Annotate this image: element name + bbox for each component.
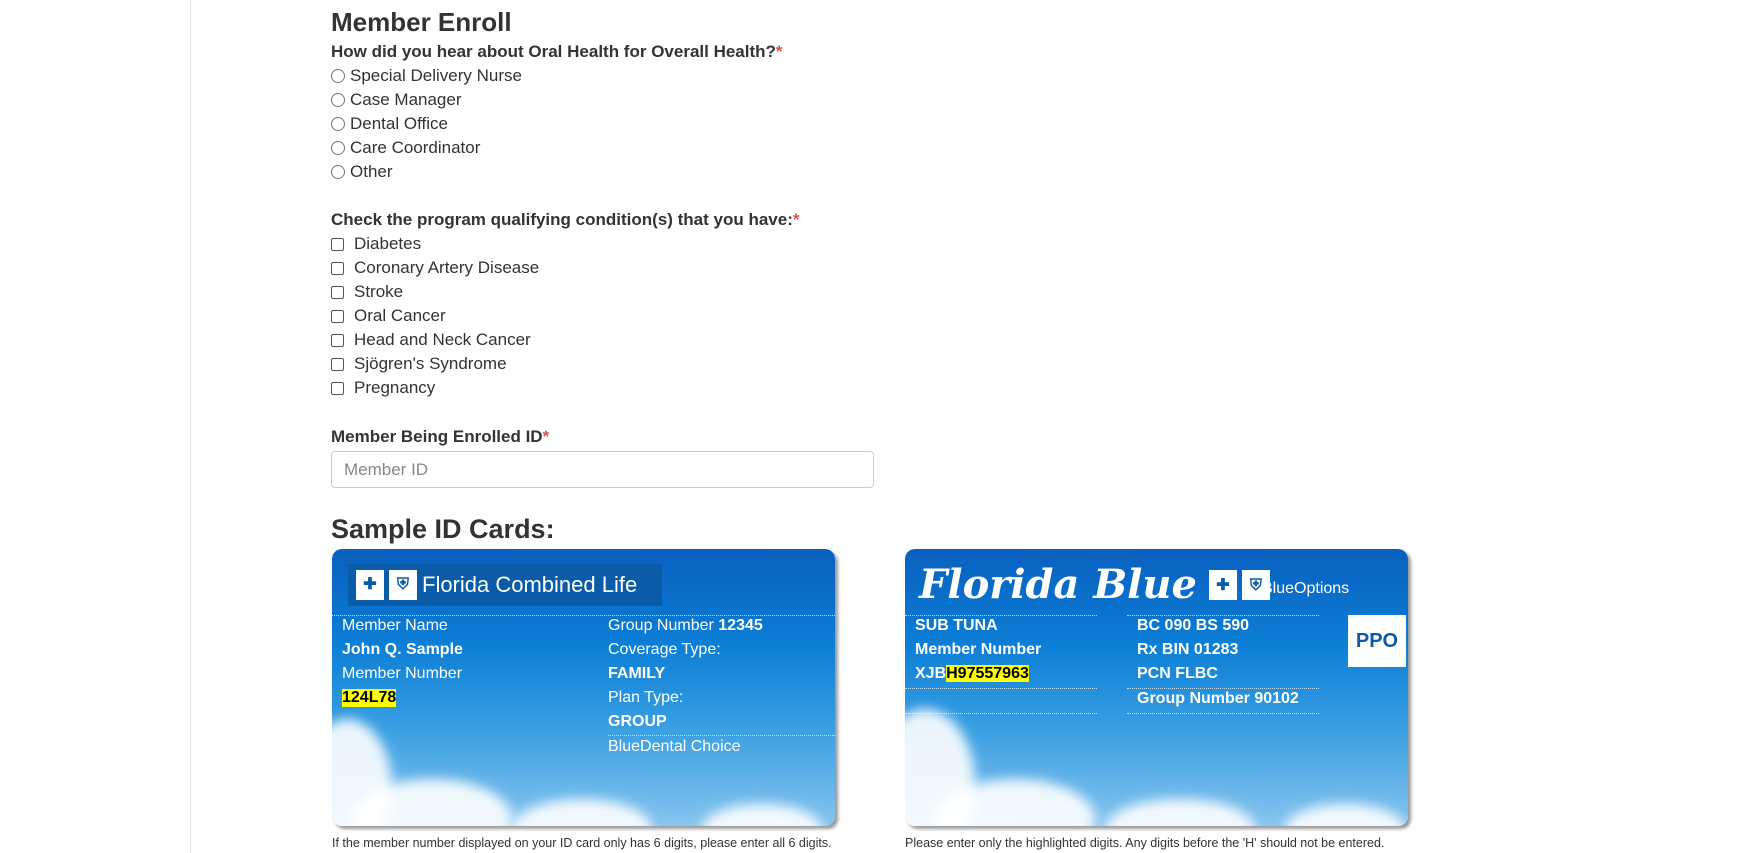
checkbox[interactable] (331, 261, 344, 275)
checkbox-sjogrens[interactable]: Sjögren's Syndrome (331, 354, 507, 374)
member-name: John Q. Sample (342, 641, 463, 658)
sample-card-florida-combined-life: ✚ ⛨ Florida Combined Life Member Name John… (332, 549, 835, 826)
checkbox-coronary-artery-disease[interactable]: Coronary Artery Disease (331, 258, 539, 278)
florida-combined-life-logo: ✚ ⛨ Florida Combined Life (348, 564, 662, 606)
subscriber-name: SUB TUNA (915, 617, 998, 634)
member-number-highlight: H97557963 (946, 665, 1029, 682)
logo-text: Florida Combined Life (422, 572, 638, 597)
checkbox[interactable] (331, 285, 344, 299)
required-marker: * (792, 210, 800, 229)
pcn: PCN FLBC (1137, 665, 1218, 682)
card1-caption: If the member number displayed on your I… (332, 836, 832, 850)
coverage-value: FAMILY (608, 665, 666, 682)
member-prefix: XJB (915, 665, 947, 682)
option-label: Coronary Artery Disease (354, 258, 540, 277)
member-number-label: Member Number (915, 641, 1042, 658)
option-label: Head and Neck Cancer (354, 330, 531, 349)
group-number: Group Number 90102 (1137, 690, 1299, 707)
member-id-label: Member Being Enrolled ID* (331, 427, 549, 447)
checkbox-head-neck-cancer[interactable]: Head and Neck Cancer (331, 330, 531, 350)
checkbox[interactable] (331, 333, 344, 347)
required-marker: * (775, 42, 783, 61)
required-marker: * (542, 427, 550, 446)
radio-button[interactable] (331, 165, 345, 179)
radio-other[interactable]: Other (331, 162, 393, 182)
rx-bin: Rx BIN 01283 (1137, 641, 1239, 658)
product-name: BlueOptions (1262, 580, 1350, 597)
checkbox[interactable] (331, 309, 344, 323)
checkbox[interactable] (331, 237, 344, 251)
checkbox[interactable] (331, 357, 344, 371)
group-label: Group Number (608, 617, 714, 634)
sample-cards-heading: Sample ID Cards: (331, 514, 555, 544)
logo-text: Florida Blue (919, 561, 1197, 608)
group-number: Group Number 12345 (608, 617, 763, 635)
option-label: Case Manager (350, 90, 462, 109)
checkbox-stroke[interactable]: Stroke (331, 282, 403, 302)
option-label: Care Coordinator (350, 138, 481, 157)
sidebar-divider (190, 0, 191, 853)
radio-button[interactable] (331, 69, 345, 83)
florida-blue-logo: Florida Blue ✚ ⛨ (919, 561, 1275, 608)
label-text: Member Being Enrolled ID (331, 427, 543, 446)
option-label: Dental Office (350, 114, 448, 133)
radio-dental-office[interactable]: Dental Office (331, 114, 448, 134)
option-label: Pregnancy (354, 378, 436, 397)
conditions-question-label: Check the program qualifying condition(s… (331, 210, 800, 230)
radio-case-manager[interactable]: Case Manager (331, 90, 462, 110)
cross-icon: ✚ (356, 570, 384, 600)
member-number: XJBH97557963 (915, 665, 1029, 683)
option-label: Oral Cancer (354, 306, 446, 325)
cross-icon: ✚ (1208, 569, 1237, 600)
radio-button[interactable] (331, 117, 345, 131)
checkbox[interactable] (331, 381, 344, 395)
bc-bs-code: BC 090 BS 590 (1137, 617, 1250, 634)
shield-icon: ⛨ (389, 570, 417, 600)
referral-question-label: How did you hear about Oral Health for O… (331, 42, 783, 62)
coverage-label: Coverage Type: (608, 641, 721, 658)
card2-caption: Please enter only the highlighted digits… (905, 836, 1385, 850)
label-text: How did you hear about Oral Health for O… (331, 42, 776, 61)
radio-special-delivery-nurse[interactable]: Special Delivery Nurse (331, 66, 522, 86)
option-label: Sjögren's Syndrome (354, 354, 507, 373)
member-name-label: Member Name (342, 617, 448, 634)
member-number-label: Member Number (342, 665, 463, 682)
checkbox-diabetes[interactable]: Diabetes (331, 234, 421, 254)
group-value: 12345 (718, 617, 763, 634)
checkbox-oral-cancer[interactable]: Oral Cancer (331, 306, 446, 326)
label-text: Check the program qualifying condition(s… (331, 210, 793, 229)
radio-button[interactable] (331, 141, 345, 155)
radio-care-coordinator[interactable]: Care Coordinator (331, 138, 480, 158)
plan-value: GROUP (608, 713, 667, 730)
page-title: Member Enroll (331, 7, 512, 37)
option-label: Other (350, 162, 393, 181)
option-label: Special Delivery Nurse (350, 66, 522, 85)
option-label: Diabetes (354, 234, 422, 253)
option-label: Stroke (354, 282, 404, 301)
member-id-input[interactable] (331, 451, 874, 488)
product-name: BlueDental Choice (608, 738, 741, 755)
member-number-highlight: 124L78 (342, 689, 397, 707)
plan-label: Plan Type: (608, 689, 684, 706)
sample-card-florida-blue: Florida Blue ✚ ⛨ BlueOptions SUB TUNA Memb… (905, 549, 1408, 826)
radio-button[interactable] (331, 93, 345, 107)
checkbox-pregnancy[interactable]: Pregnancy (331, 378, 435, 398)
ppo-badge: PPO (1348, 615, 1406, 667)
